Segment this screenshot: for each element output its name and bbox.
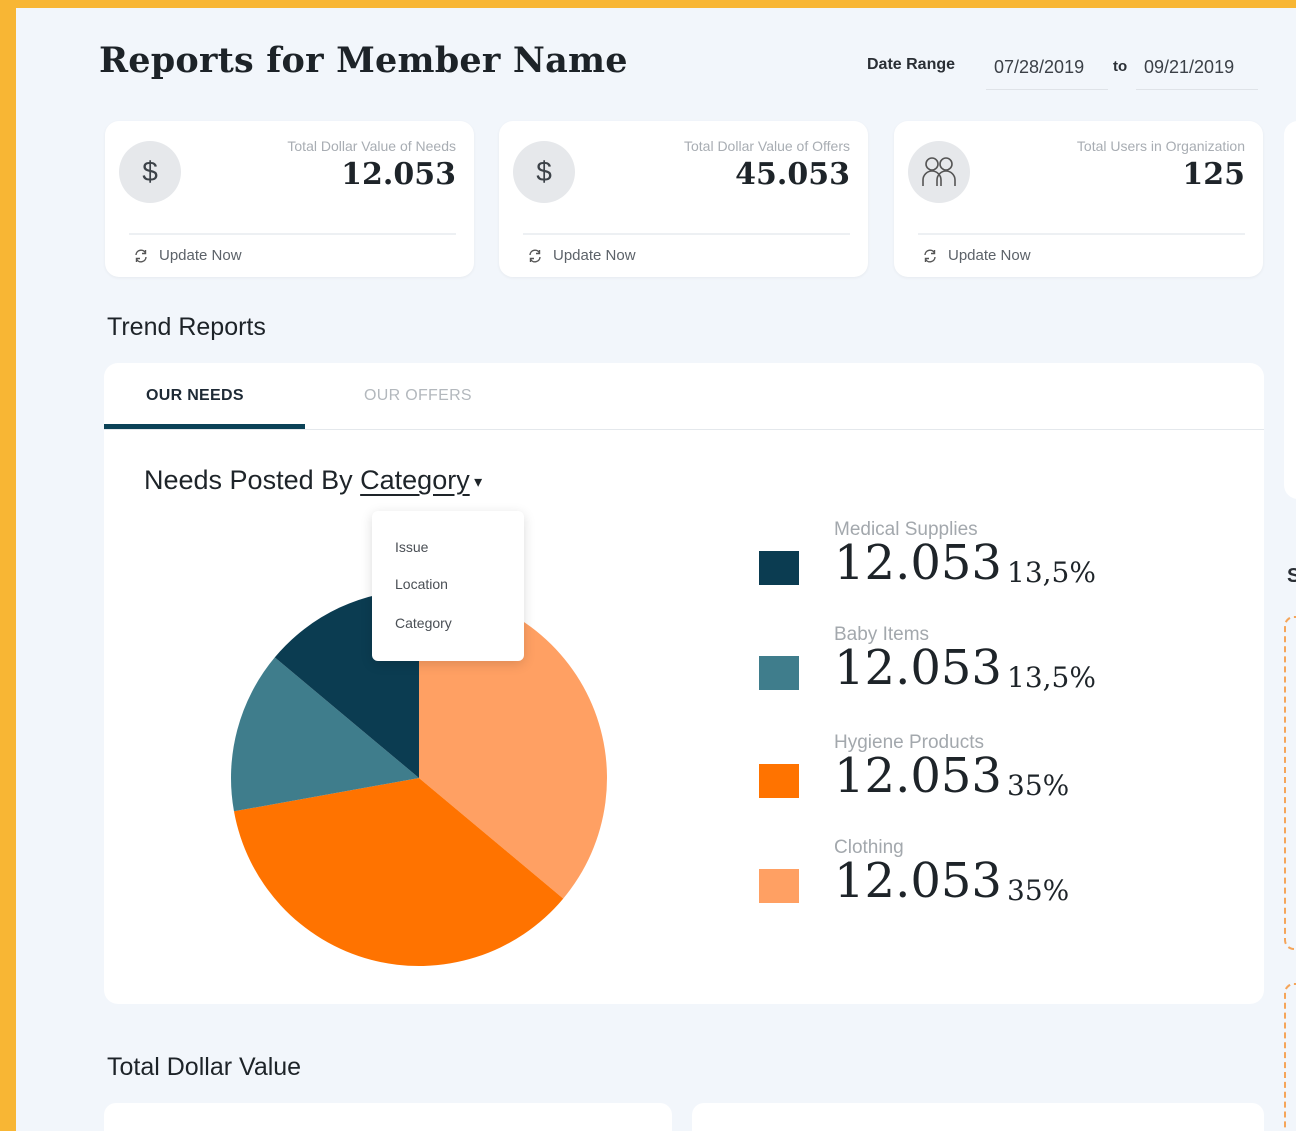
total-dollar-card: [104, 1103, 672, 1131]
active-tab-indicator: [104, 424, 305, 429]
update-now-button[interactable]: Update Now: [922, 247, 1031, 264]
category-dropdown-toggle[interactable]: Category: [360, 465, 470, 495]
chart-heading: Needs Posted By Category ▾: [144, 465, 482, 496]
partial-dashed-card: [1284, 616, 1296, 950]
legend-swatch: [759, 764, 799, 798]
users-glyph: [922, 157, 956, 186]
partial-dashed-card: [1284, 983, 1296, 1131]
legend-value: 12.053: [834, 535, 1002, 591]
page-title: Reports for Member Name: [99, 40, 628, 81]
date-from-input[interactable]: 07/28/2019: [986, 52, 1108, 90]
trend-reports-panel: OUR NEEDS OUR OFFERS Needs Posted By Cat…: [104, 363, 1264, 1004]
legend-swatch: [759, 656, 799, 690]
total-dollar-value-title: Total Dollar Value: [107, 1053, 302, 1081]
divider: [523, 233, 850, 235]
stat-label: Total Users in Organization: [1076, 138, 1245, 154]
legend-percent: 35%: [1007, 874, 1070, 907]
stat-label: Total Dollar Value of Needs: [287, 138, 456, 154]
trend-reports-title: Trend Reports: [107, 313, 266, 341]
update-now-label: Update Now: [553, 247, 636, 264]
tab-our-offers[interactable]: OUR OFFERS: [364, 387, 472, 405]
tab-our-needs[interactable]: OUR NEEDS: [146, 387, 244, 405]
date-to-label: to: [1113, 58, 1128, 75]
refresh-icon: [924, 249, 936, 262]
stat-value: 125: [1182, 157, 1245, 192]
stat-value: 45.053: [735, 157, 850, 192]
legend-swatch: [759, 551, 799, 585]
dropdown-option-issue[interactable]: Issue: [395, 539, 428, 555]
legend-percent: 13,5%: [1007, 661, 1096, 694]
dashboard-frame: Reports for Member Name Date Range 07/28…: [16, 8, 1296, 1131]
refresh-icon: [135, 249, 147, 262]
dollar-icon: $: [513, 141, 575, 203]
legend-swatch: [759, 869, 799, 903]
users-icon: [908, 141, 970, 203]
update-now-button[interactable]: Update Now: [527, 247, 636, 264]
stat-card-users: Total Users in Organization 125 Update N…: [894, 121, 1263, 277]
partial-card: [1284, 121, 1296, 499]
tab-bar: OUR NEEDS OUR OFFERS: [104, 363, 1264, 430]
category-dropdown-menu: Issue Location Category: [372, 511, 524, 661]
chart-heading-prefix: Needs Posted By: [144, 465, 353, 495]
legend-value: 12.053: [834, 748, 1002, 804]
date-to-input[interactable]: 09/21/2019: [1136, 52, 1258, 90]
update-now-label: Update Now: [159, 247, 242, 264]
divider: [918, 233, 1245, 235]
date-range-label: Date Range: [867, 56, 956, 73]
caret-down-icon[interactable]: ▾: [470, 474, 482, 491]
stat-card-needs: $ Total Dollar Value of Needs 12.053 Upd…: [105, 121, 474, 277]
legend-value: 12.053: [834, 853, 1002, 909]
legend-percent: 13,5%: [1007, 556, 1096, 589]
update-now-button[interactable]: Update Now: [133, 247, 242, 264]
dollar-icon: $: [119, 141, 181, 203]
stat-card-offers: $ Total Dollar Value of Offers 45.053 Up…: [499, 121, 868, 277]
legend-percent: 35%: [1007, 769, 1070, 802]
legend-value: 12.053: [834, 640, 1002, 696]
update-now-label: Update Now: [948, 247, 1031, 264]
partial-section-title: S: [1287, 565, 1296, 587]
total-dollar-card: [692, 1103, 1264, 1131]
refresh-icon: [529, 249, 541, 262]
stat-label: Total Dollar Value of Offers: [683, 138, 850, 154]
dropdown-option-category[interactable]: Category: [395, 615, 452, 631]
stat-value: 12.053: [341, 157, 456, 192]
divider: [129, 233, 456, 235]
dropdown-option-location[interactable]: Location: [395, 576, 448, 592]
